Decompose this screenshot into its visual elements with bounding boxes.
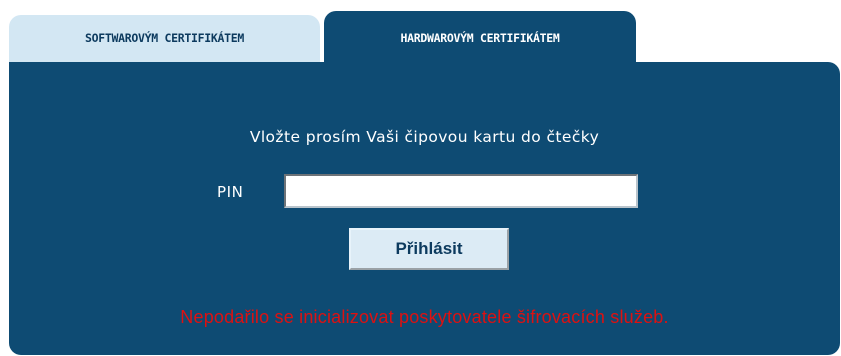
tab-software-certificate[interactable]: SOFTWAROVÝM CERTIFIKÁTEM	[9, 15, 320, 67]
pin-label: PIN	[217, 183, 244, 201]
login-panel: Vložte prosím Vaši čipovou kartu do čteč…	[9, 62, 840, 355]
login-button[interactable]: Přihlásit	[349, 228, 509, 270]
smartcard-prompt: Vložte prosím Vaši čipovou kartu do čteč…	[249, 128, 600, 146]
pin-input[interactable]	[284, 174, 638, 208]
error-message: Nepodařilo se inicializovat poskytovatel…	[180, 307, 669, 327]
tab-hardware-certificate[interactable]: HARDWAROVÝM CERTIFIKÁTEM	[324, 11, 636, 67]
